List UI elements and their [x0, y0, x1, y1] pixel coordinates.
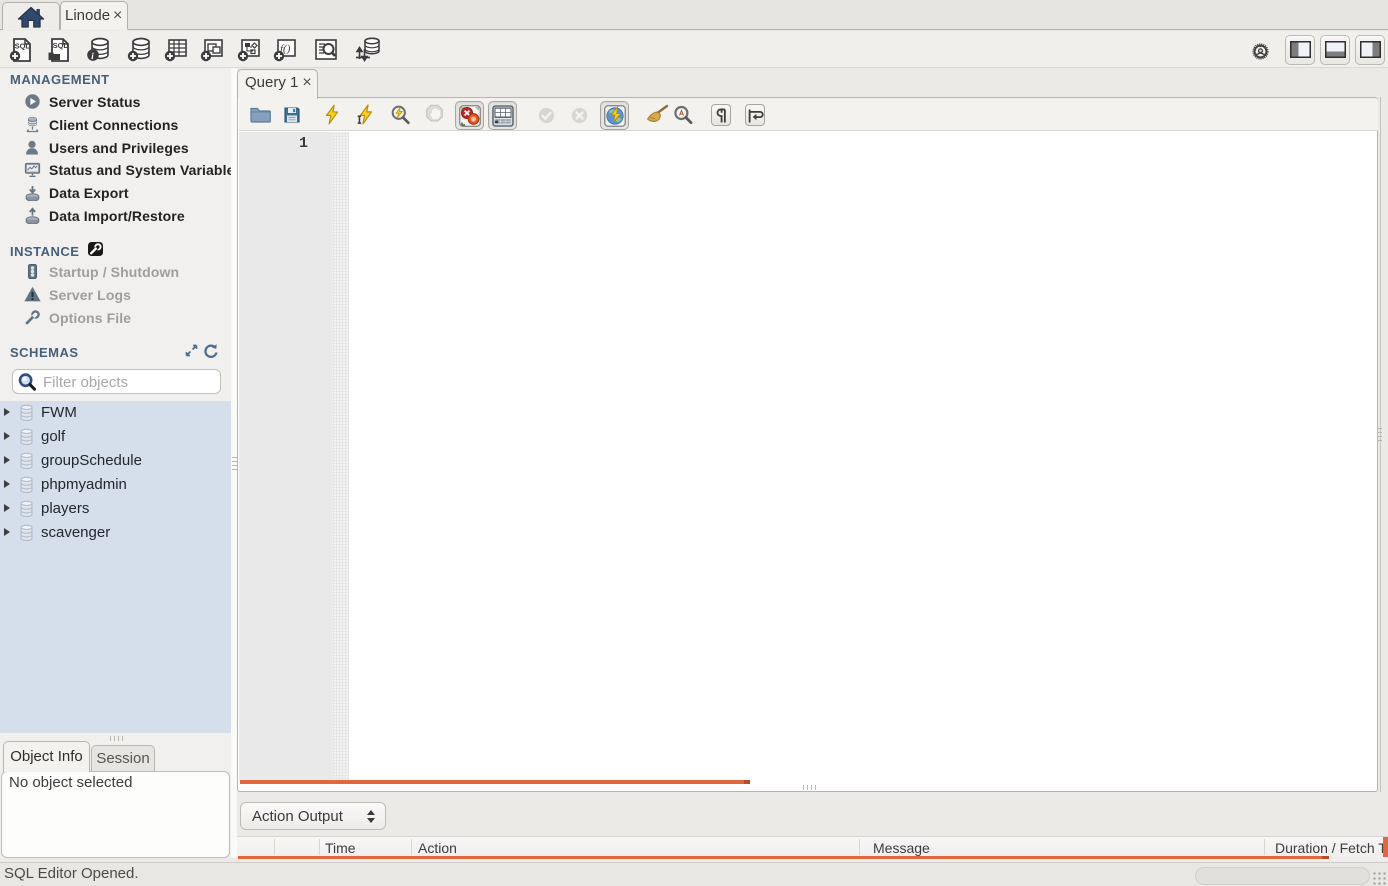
svg-text:SQL: SQL: [15, 42, 31, 51]
svg-text:SQL: SQL: [53, 41, 69, 50]
